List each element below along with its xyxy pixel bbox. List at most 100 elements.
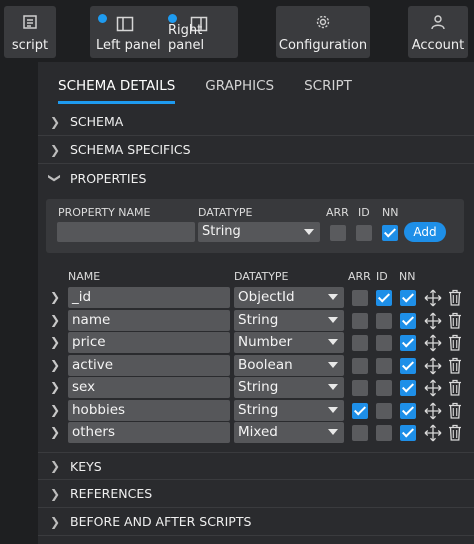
id-checkbox[interactable] — [376, 380, 392, 396]
nn-checkbox[interactable] — [400, 402, 416, 419]
trash-icon[interactable] — [448, 379, 462, 396]
id-checkbox[interactable] — [376, 425, 392, 441]
arr-checkbox[interactable] — [352, 335, 368, 351]
right-panel-button[interactable]: Right panel — [168, 23, 238, 53]
column-header-datatype: DATATYPE — [234, 270, 289, 283]
new-arr-checkbox[interactable] — [330, 225, 346, 241]
chevron-right-icon[interactable]: ❯ — [50, 335, 60, 349]
new-id-checkbox[interactable] — [356, 225, 372, 241]
property-name-field[interactable]: active — [68, 354, 230, 376]
user-icon — [430, 14, 446, 34]
move-icon[interactable] — [424, 312, 442, 330]
section-schema[interactable]: ❯ SCHEMA — [38, 108, 474, 136]
nn-checkbox[interactable] — [400, 425, 416, 441]
trash-icon[interactable] — [448, 334, 462, 351]
property-name-field[interactable]: hobbies — [68, 399, 230, 421]
nn-checkbox[interactable] — [400, 290, 416, 306]
move-icon[interactable] — [424, 424, 442, 442]
property-name-field[interactable]: sex — [68, 377, 230, 398]
left-rail — [0, 62, 38, 544]
id-checkbox[interactable] — [376, 357, 392, 374]
id-checkbox[interactable] — [376, 312, 392, 329]
trash-icon[interactable] — [448, 357, 462, 374]
arr-checkbox[interactable] — [352, 312, 368, 329]
datatype-value: ObjectId — [238, 289, 295, 305]
move-icon[interactable] — [424, 379, 442, 397]
chevron-right-icon[interactable]: ❯ — [50, 313, 60, 327]
chevron-right-icon[interactable]: ❯ — [50, 403, 60, 417]
tab-script[interactable]: SCRIPT — [304, 78, 352, 102]
section-label: KEYS — [70, 458, 102, 474]
new-nn-checkbox[interactable] — [382, 225, 398, 241]
property-datatype-select[interactable]: String — [234, 309, 344, 331]
property-datatype-select[interactable]: String — [234, 377, 344, 398]
nn-checkbox[interactable] — [400, 312, 416, 329]
nn-checkbox[interactable] — [400, 380, 416, 396]
chevron-down-icon — [328, 429, 338, 435]
property-name-field[interactable]: name — [68, 309, 230, 331]
nn-checkbox[interactable] — [400, 357, 416, 374]
property-datatype-select[interactable]: Boolean — [234, 354, 344, 376]
account-button[interactable]: Account — [408, 6, 468, 58]
datatype-value: Boolean — [238, 356, 293, 373]
section-schema-specifics[interactable]: ❯ SCHEMA SPECIFICS — [38, 136, 474, 164]
configuration-button[interactable]: Configuration — [276, 6, 370, 58]
script-button-label: script — [11, 38, 49, 53]
section-keys[interactable]: ❯ KEYS — [38, 452, 474, 480]
chevron-down-icon — [328, 406, 338, 413]
script-button[interactable]: script — [4, 6, 56, 58]
section-references[interactable]: ❯ REFERENCES — [38, 480, 474, 508]
left-panel-icon — [116, 15, 134, 37]
nn-checkbox[interactable] — [400, 335, 416, 351]
add-property-button[interactable]: Add — [404, 222, 446, 242]
chevron-right-icon[interactable]: ❯ — [50, 358, 60, 372]
chevron-right-icon[interactable]: ❯ — [50, 290, 60, 304]
chevron-right-icon: ❯ — [49, 142, 61, 157]
arr-checkbox[interactable] — [352, 357, 368, 374]
datatype-select[interactable]: String — [198, 222, 320, 242]
section-properties[interactable]: ❯ PROPERTIES — [38, 164, 474, 192]
chevron-right-icon[interactable]: ❯ — [50, 380, 60, 394]
arr-checkbox[interactable] — [352, 380, 368, 396]
property-name-field[interactable]: others — [68, 422, 230, 443]
arr-checkbox[interactable] — [352, 402, 368, 419]
move-icon[interactable] — [424, 357, 442, 375]
chevron-down-icon — [328, 294, 338, 300]
column-header-id: ID — [376, 270, 388, 283]
trash-icon[interactable] — [448, 402, 462, 419]
datatype-value: String — [238, 401, 279, 418]
tab-schema-details[interactable]: SCHEMA DETAILS — [58, 78, 176, 104]
chevron-right-icon: ❯ — [49, 486, 61, 501]
property-name-field[interactable]: price — [68, 332, 230, 353]
trash-icon[interactable] — [448, 289, 462, 306]
tab-graphics[interactable]: GRAPHICS — [205, 78, 274, 102]
arr-checkbox[interactable] — [352, 425, 368, 441]
move-icon[interactable] — [424, 289, 442, 307]
property-datatype-select[interactable]: String — [234, 399, 344, 421]
property-datatype-select[interactable]: Number — [234, 332, 344, 353]
property-name-field[interactable]: _id — [68, 287, 230, 308]
move-icon[interactable] — [424, 334, 442, 352]
chevron-right-icon[interactable]: ❯ — [50, 425, 60, 439]
column-header-arr: ARR — [348, 270, 371, 283]
chevron-down-icon — [328, 384, 338, 390]
arr-checkbox[interactable] — [352, 290, 368, 306]
move-icon[interactable] — [424, 402, 442, 420]
property-name-input[interactable] — [57, 222, 195, 242]
section-before-after-scripts[interactable]: ❯ BEFORE AND AFTER SCRIPTS — [38, 508, 474, 536]
datatype-value: String — [238, 311, 279, 328]
id-checkbox[interactable] — [376, 335, 392, 351]
property-row: ❯ name String — [38, 309, 474, 332]
property-datatype-select[interactable]: ObjectId — [234, 287, 344, 308]
datatype-value: Mixed — [238, 424, 278, 440]
chevron-right-icon: ❯ — [49, 514, 61, 529]
configuration-label: Configuration — [278, 38, 368, 53]
id-checkbox[interactable] — [376, 402, 392, 419]
trash-icon[interactable] — [448, 312, 462, 329]
left-panel-button[interactable]: Left panel — [96, 38, 161, 53]
trash-icon[interactable] — [448, 424, 462, 441]
property-datatype-select[interactable]: Mixed — [234, 422, 344, 443]
property-row: ❯ sex String — [38, 377, 474, 399]
id-checkbox[interactable] — [376, 290, 392, 306]
datatype-label: DATATYPE — [198, 206, 253, 219]
